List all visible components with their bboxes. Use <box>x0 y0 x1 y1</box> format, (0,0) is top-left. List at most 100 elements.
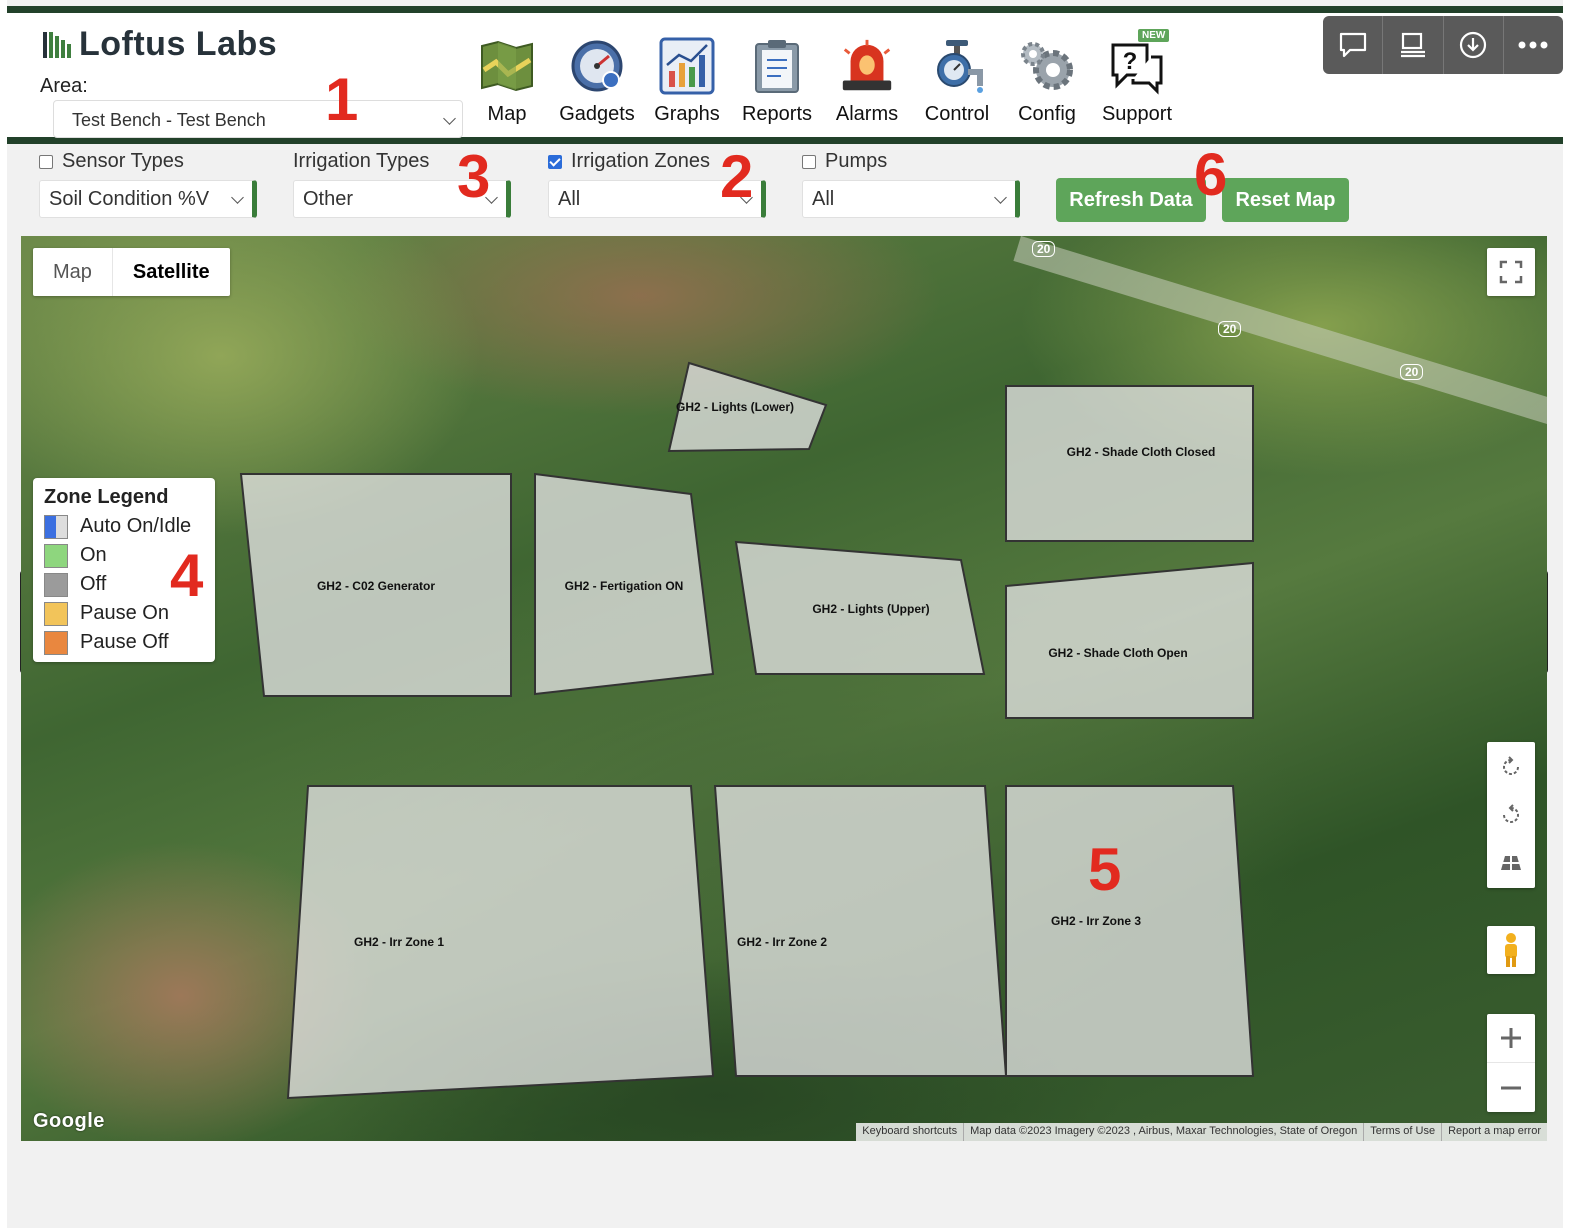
zone-irr-zone-1[interactable] <box>286 785 715 1100</box>
refresh-data-button[interactable]: Refresh Data <box>1056 178 1206 222</box>
pumps-label: Pumps <box>825 150 888 172</box>
siren-icon <box>837 35 897 97</box>
nav-graphs[interactable]: Graphs <box>642 35 732 126</box>
annotation-number: 5 <box>1088 836 1122 903</box>
svg-text:?: ? <box>1123 48 1138 75</box>
more-button[interactable] <box>1504 16 1563 74</box>
nav-gadgets-label: Gadgets <box>559 103 635 125</box>
map-type-satellite-button[interactable]: Satellite <box>111 248 230 296</box>
plus-icon <box>1501 1028 1521 1048</box>
gauge-icon <box>567 35 627 97</box>
satellite-map[interactable]: 20 20 20 GH2 - Lights (Lower) GH2 - Shad… <box>21 236 1547 1141</box>
nav-control[interactable]: Control <box>912 35 1002 126</box>
legend-label: Pause Off <box>80 631 169 653</box>
graph-icon <box>657 35 717 97</box>
filter-bar: Sensor Types Soil Condition %V Irrigatio… <box>32 150 1552 230</box>
nav-control-label: Control <box>924 103 990 125</box>
nav-gadgets[interactable]: Gadgets <box>552 35 642 126</box>
zoom-in-button[interactable] <box>1487 1014 1535 1063</box>
irrigation-zones-value: All <box>558 188 581 210</box>
comment-button[interactable] <box>1323 16 1384 74</box>
filter-pumps: Pumps All <box>802 150 1020 218</box>
legend-swatch <box>44 514 68 539</box>
present-button[interactable] <box>1383 16 1444 74</box>
zone-shade-cloth-open[interactable] <box>1005 561 1254 719</box>
annotation-number: 3 <box>457 143 491 210</box>
nav-support[interactable]: ? NEW Support <box>1092 29 1182 126</box>
sensor-types-value: Soil Condition %V <box>49 188 210 210</box>
nav-alarms-label: Alarms <box>835 103 899 125</box>
legend-label: Pause On <box>80 602 169 624</box>
logo-text: Loftus Labs <box>79 25 278 63</box>
street-view-pegman[interactable] <box>1487 926 1535 974</box>
nav-reports[interactable]: Reports <box>732 35 822 126</box>
zone-label: GH2 - Shade Cloth Open <box>1048 646 1187 660</box>
legend-swatch <box>44 630 68 655</box>
chevron-down-icon <box>994 191 1007 204</box>
annotation-number: 1 <box>325 66 359 133</box>
tilt-button[interactable] <box>1499 839 1523 887</box>
legend-title: Zone Legend <box>44 486 169 508</box>
zone-irr-zone-2[interactable] <box>713 785 1008 1077</box>
chevron-down-icon <box>443 112 456 125</box>
tilt-control <box>1487 742 1535 888</box>
main-nav: Map Gadgets Graphs Reports Alarms Contro… <box>462 29 1182 126</box>
nav-reports-label: Reports <box>741 103 813 125</box>
sensor-types-checkbox[interactable] <box>39 154 53 169</box>
zone-label: GH2 - Irr Zone 2 <box>737 935 827 949</box>
zone-shade-cloth-closed[interactable] <box>1005 385 1254 542</box>
zone-label: GH2 - Irr Zone 1 <box>354 935 444 949</box>
rotate-clockwise-button[interactable] <box>1500 743 1522 791</box>
sensor-types-label: Sensor Types <box>62 150 184 172</box>
map-type-map-button[interactable]: Map <box>33 248 112 296</box>
zone-label: GH2 - Shade Cloth Closed <box>1067 445 1216 459</box>
fullscreen-icon <box>1499 260 1523 284</box>
top-toolbar <box>1323 16 1563 74</box>
logo[interactable]: Loftus Labs <box>43 25 277 64</box>
legend-item: Pause Off <box>44 628 204 657</box>
download-button[interactable] <box>1444 16 1504 74</box>
filter-sensor-types: Sensor Types Soil Condition %V <box>39 150 257 218</box>
report-map-error-link[interactable]: Report a map error <box>1441 1123 1547 1141</box>
area-label: Area: <box>40 75 88 97</box>
pumps-checkbox[interactable] <box>802 154 816 169</box>
area-select[interactable]: Test Bench - Test Bench <box>53 100 463 138</box>
more-icon <box>1518 41 1548 49</box>
sensor-types-label-row: Sensor Types <box>39 150 257 173</box>
annotation-number: 2 <box>720 143 754 210</box>
annotation-number: 6 <box>1194 141 1228 208</box>
nav-config[interactable]: Config <box>1002 35 1092 126</box>
download-icon <box>1460 31 1487 59</box>
nav-map[interactable]: Map <box>462 35 552 126</box>
zoom-out-button[interactable] <box>1487 1063 1535 1112</box>
pegman-icon <box>1505 933 1517 967</box>
nav-graphs-label: Graphs <box>654 103 720 125</box>
map-attribution: Keyboard shortcuts Map data ©2023 Imager… <box>856 1123 1547 1141</box>
rotate-counterclockwise-button[interactable] <box>1500 791 1522 839</box>
clipboard-icon <box>747 35 807 97</box>
nav-support-label: Support <box>1101 103 1173 125</box>
irrigation-types-value: Other <box>303 188 354 210</box>
reset-map-button[interactable]: Reset Map <box>1222 178 1349 222</box>
legend-swatch <box>44 572 68 597</box>
legend-swatch <box>44 601 68 626</box>
nav-map-label: Map <box>487 103 527 125</box>
irrigation-types-label: Irrigation Types <box>293 150 430 172</box>
minus-icon <box>1501 1086 1521 1089</box>
irrigation-zones-checkbox[interactable] <box>548 154 562 169</box>
map-data-attribution: Map data ©2023 Imagery ©2023 , Airbus, M… <box>963 1123 1363 1141</box>
zoom-control <box>1487 1014 1535 1112</box>
pumps-select[interactable]: All <box>802 180 1020 218</box>
help-chat-icon: ? <box>1107 35 1167 97</box>
zone-irr-zone-3[interactable] <box>1005 785 1255 1077</box>
sensor-types-select[interactable]: Soil Condition %V <box>39 180 257 218</box>
gears-icon <box>1017 35 1077 97</box>
fullscreen-button[interactable] <box>1487 248 1535 296</box>
nav-alarms[interactable]: Alarms <box>822 35 912 126</box>
map-icon <box>477 35 537 97</box>
chevron-down-icon <box>231 191 244 204</box>
terms-of-use-link[interactable]: Terms of Use <box>1363 1123 1441 1141</box>
tilt-icon <box>1501 856 1521 870</box>
new-badge: NEW <box>1138 29 1170 42</box>
keyboard-shortcuts-link[interactable]: Keyboard shortcuts <box>856 1123 963 1141</box>
